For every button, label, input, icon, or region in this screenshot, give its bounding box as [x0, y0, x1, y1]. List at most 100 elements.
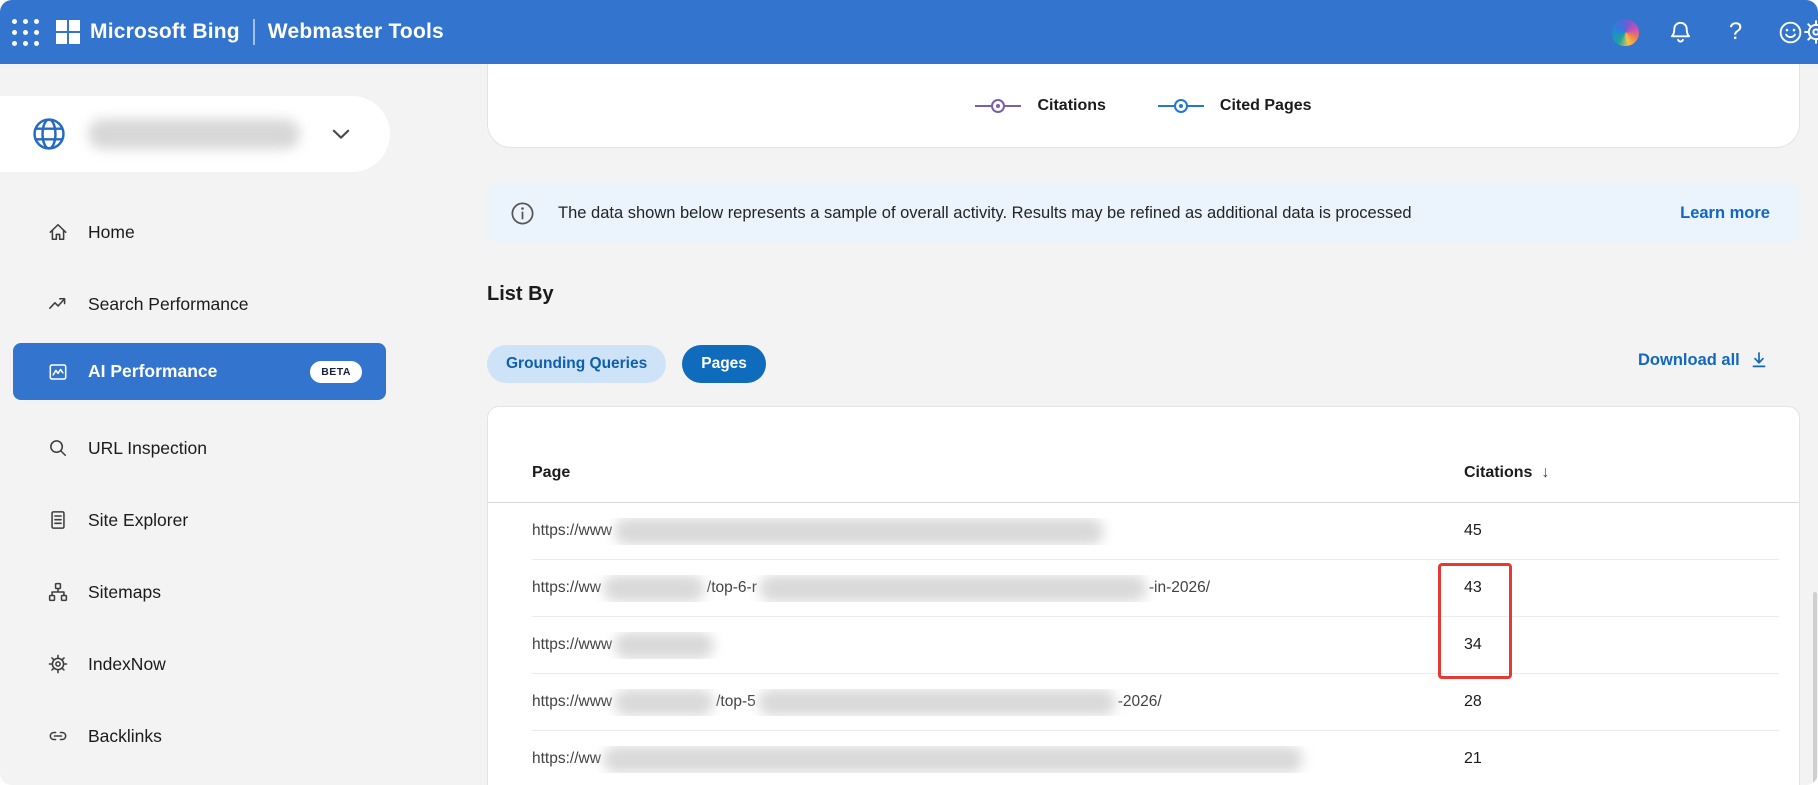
- product-title[interactable]: Webmaster Tools: [268, 20, 444, 44]
- home-icon: [47, 221, 69, 243]
- sidebar-item-site-explorer[interactable]: Site Explorer: [0, 484, 400, 556]
- url-fragment: https://www: [532, 636, 612, 654]
- tab-pages[interactable]: Pages: [682, 345, 766, 383]
- webmaster-tools-app: Microsoft Bing Webmaster Tools ? Home Sea…: [0, 0, 1818, 785]
- sort-descending-icon[interactable]: ↓: [1541, 464, 1549, 482]
- sidebar-nav: Home Search Performance AI Performance BETA…: [0, 196, 400, 772]
- document-icon: [47, 509, 69, 531]
- legend-item-cited-pages[interactable]: Cited Pages: [1158, 97, 1312, 115]
- download-icon: [1749, 350, 1769, 370]
- beta-badge: BETA: [310, 361, 362, 383]
- column-header-page: Page: [532, 464, 1464, 482]
- nav-item-content: Home: [0, 196, 386, 268]
- download-all-label: Download all: [1638, 351, 1740, 370]
- legend-label: Cited Pages: [1220, 97, 1312, 115]
- sidebar-item-home[interactable]: Home: [0, 196, 400, 268]
- list-by-tabs: Grounding Queries Pages: [487, 345, 766, 383]
- globe-icon: [30, 115, 68, 153]
- citations-value: 45: [1464, 522, 1482, 540]
- sidebar-item-ai-performance[interactable]: AI Performance BETA: [0, 340, 400, 412]
- redacted-url-segment: [614, 689, 714, 716]
- help-icon[interactable]: ?: [1708, 0, 1763, 64]
- app-launcher-icon[interactable]: [8, 15, 42, 49]
- list-by-heading: List By: [487, 283, 554, 306]
- nav-item-content: Sitemaps: [0, 556, 386, 628]
- chevron-down-icon[interactable]: [328, 121, 354, 147]
- magnifier-icon: [47, 437, 69, 459]
- nav-item-content: Search Performance: [0, 268, 386, 340]
- page-url-cell[interactable]: https://www/top-5-2026/: [532, 689, 1464, 716]
- settings-gear-icon[interactable]: [1802, 18, 1818, 51]
- table-header-row: Page Citations ↓: [488, 407, 1799, 503]
- nav-item-label: IndexNow: [88, 654, 166, 675]
- nav-item-label: Home: [88, 222, 135, 243]
- topbar-actions: ?: [1598, 0, 1818, 64]
- trend-icon: [47, 293, 69, 315]
- sitemap-icon: [47, 581, 69, 603]
- nav-item-content: AI Performance BETA: [0, 343, 386, 400]
- url-fragment: -in-2026/: [1149, 579, 1210, 597]
- site-selector[interactable]: [0, 96, 390, 172]
- legend-line-marker-icon: [975, 99, 1021, 113]
- url-fragment: /top-6-r: [707, 579, 757, 597]
- citations-value: 21: [1464, 750, 1482, 768]
- chart-legend-card: Citations Cited Pages: [487, 64, 1800, 148]
- citations-header-label: Citations: [1464, 464, 1532, 482]
- sidebar-item-indexnow[interactable]: IndexNow: [0, 628, 400, 700]
- info-icon: [509, 200, 536, 227]
- nav-item-content: Site Explorer: [0, 484, 386, 556]
- page-url-cell[interactable]: https://ww: [532, 746, 1464, 773]
- column-header-citations[interactable]: Citations ↓: [1464, 464, 1549, 482]
- download-all-button[interactable]: Download all: [1638, 350, 1769, 370]
- sidebar-item-url-inspection[interactable]: URL Inspection: [0, 412, 400, 484]
- banner-message: The data shown below represents a sample…: [558, 204, 1412, 223]
- nav-item-content: Backlinks: [0, 700, 386, 772]
- ai-chart-icon: [47, 361, 69, 383]
- table-row[interactable]: https://www 45: [532, 503, 1779, 560]
- sidebar-item-backlinks[interactable]: Backlinks: [0, 700, 400, 772]
- pages-table-card: Page Citations ↓ https://www45https://ww…: [487, 406, 1800, 785]
- sidebar-item-sitemaps[interactable]: Sitemaps: [0, 556, 400, 628]
- nav-item-label: Backlinks: [88, 726, 162, 747]
- sidebar-item-search-performance[interactable]: Search Performance: [0, 268, 400, 340]
- learn-more-link[interactable]: Learn more: [1680, 204, 1770, 223]
- url-fragment: https://ww: [532, 579, 601, 597]
- citations-value: 43: [1464, 579, 1482, 597]
- table-row[interactable]: https://ww/top-6-r -in-2026/43: [532, 560, 1779, 617]
- microsoft-logo-icon: [56, 20, 80, 44]
- redacted-url-segment: [603, 575, 705, 602]
- info-banner: The data shown below represents a sample…: [487, 184, 1800, 242]
- table-row[interactable]: https://ww 21: [532, 731, 1779, 785]
- brand-title[interactable]: Microsoft Bing: [90, 20, 240, 44]
- table-row[interactable]: https://www34: [532, 617, 1779, 674]
- redacted-url-segment: [603, 746, 1303, 773]
- table-body: https://www 45 https://ww/top-6-r -in-2026/…: [488, 503, 1799, 785]
- nav-item-label: Site Explorer: [88, 510, 188, 531]
- url-fragment: -2026/: [1118, 693, 1162, 711]
- gear-icon: [47, 653, 69, 675]
- page-url-cell[interactable]: https://www: [532, 518, 1464, 545]
- page-url-cell[interactable]: https://ww/top-6-r -in-2026/: [532, 575, 1464, 602]
- url-fragment: /top-5: [716, 693, 756, 711]
- site-name-redacted: [88, 119, 300, 149]
- copilot-icon[interactable]: [1598, 0, 1653, 64]
- legend-line-marker-icon: [1158, 99, 1204, 113]
- redacted-url-segment: [614, 632, 714, 659]
- sidebar: Home Search Performance AI Performance BETA…: [0, 64, 400, 785]
- scrollbar-thumb[interactable]: [1813, 592, 1817, 785]
- legend-item-citations[interactable]: Citations: [975, 97, 1105, 115]
- page-url-cell[interactable]: https://www: [532, 632, 1464, 659]
- top-app-bar: Microsoft Bing Webmaster Tools ?: [0, 0, 1818, 64]
- notifications-icon[interactable]: [1653, 0, 1708, 64]
- nav-item-label: AI Performance: [88, 361, 217, 382]
- nav-item-content: IndexNow: [0, 628, 386, 700]
- nav-item-label: URL Inspection: [88, 438, 207, 459]
- citations-value: 28: [1464, 693, 1482, 711]
- url-fragment: https://www: [532, 522, 612, 540]
- nav-item-content: URL Inspection: [0, 412, 386, 484]
- tab-grounding-queries[interactable]: Grounding Queries: [487, 345, 666, 383]
- url-fragment: https://ww: [532, 750, 601, 768]
- topbar-divider: [253, 19, 255, 45]
- link-icon: [47, 725, 69, 747]
- table-row[interactable]: https://www/top-5-2026/28: [532, 674, 1779, 731]
